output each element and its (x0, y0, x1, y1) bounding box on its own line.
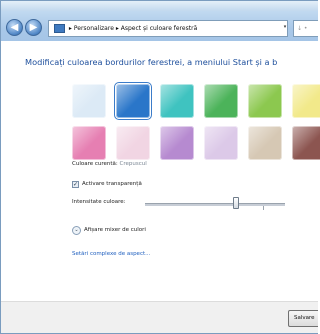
color-swatch[interactable] (204, 126, 238, 160)
color-swatch[interactable] (204, 84, 238, 118)
color-swatch[interactable] (292, 84, 320, 118)
checkmark-icon: ✓ (73, 181, 79, 188)
footer-bar (1, 301, 318, 333)
breadcrumb-current[interactable]: Aspect și culoare ferestră (121, 25, 198, 32)
address-dropdown-button[interactable]: ▾ (281, 20, 289, 37)
color-swatch[interactable] (160, 84, 194, 118)
refresh-icon: ↓ • (297, 25, 308, 32)
control-panel-icon (54, 24, 65, 33)
slider-tick (263, 206, 264, 210)
forward-arrow-icon: ▶ (29, 22, 38, 33)
intensity-slider-track[interactable] (145, 203, 285, 206)
page-title: Modificați culoarea bordurilor ferestrei… (25, 57, 278, 67)
color-swatch[interactable] (248, 126, 282, 160)
breadcrumb-personalizare[interactable]: Personalizare (74, 25, 114, 32)
back-arrow-icon: ◀ (10, 22, 19, 33)
color-swatch[interactable] (116, 126, 150, 160)
intensity-label: Intensitate culoare: (72, 199, 126, 205)
color-swatch[interactable] (114, 82, 152, 120)
breadcrumb-separator: ▸ (115, 25, 119, 32)
current-color-line: Culoare curentă: Crepuscul (72, 161, 147, 167)
color-swatch[interactable] (248, 84, 282, 118)
back-button[interactable]: ◀ (6, 19, 23, 36)
current-color-label: Culoare curentă: (72, 161, 118, 167)
advanced-appearance-link[interactable]: Setări complexe de aspect... (72, 251, 150, 257)
address-bar[interactable]: ▸ Personalizare ▸ Aspect și culoare fere… (48, 20, 288, 37)
color-swatch[interactable] (292, 126, 320, 160)
color-swatch[interactable] (160, 126, 194, 160)
color-mixer-label[interactable]: Afișare mixer de culori (84, 227, 146, 233)
chevron-down-icon: ⌄ (74, 227, 79, 233)
title-bar-strip (1, 1, 318, 11)
forward-button[interactable]: ▶ (25, 19, 42, 36)
transparency-checkbox[interactable]: ✓ (72, 181, 79, 188)
color-mixer-expander-button[interactable]: ⌄ (72, 226, 81, 235)
save-button[interactable]: Salvare (288, 310, 318, 327)
chevron-down-icon: ▾ (283, 24, 287, 30)
current-color-value: Crepuscul (119, 161, 147, 167)
intensity-slider-thumb[interactable] (233, 197, 239, 209)
search-box[interactable]: ↓ • (293, 20, 318, 37)
control-panel-window: ◀ ▶ ▸ Personalizare ▸ Aspect și culoare … (0, 0, 318, 334)
color-swatch[interactable] (72, 84, 106, 118)
breadcrumb-separator: ▸ (68, 25, 72, 32)
transparency-label[interactable]: Activare transparență (82, 181, 142, 187)
color-swatch[interactable] (72, 126, 106, 160)
